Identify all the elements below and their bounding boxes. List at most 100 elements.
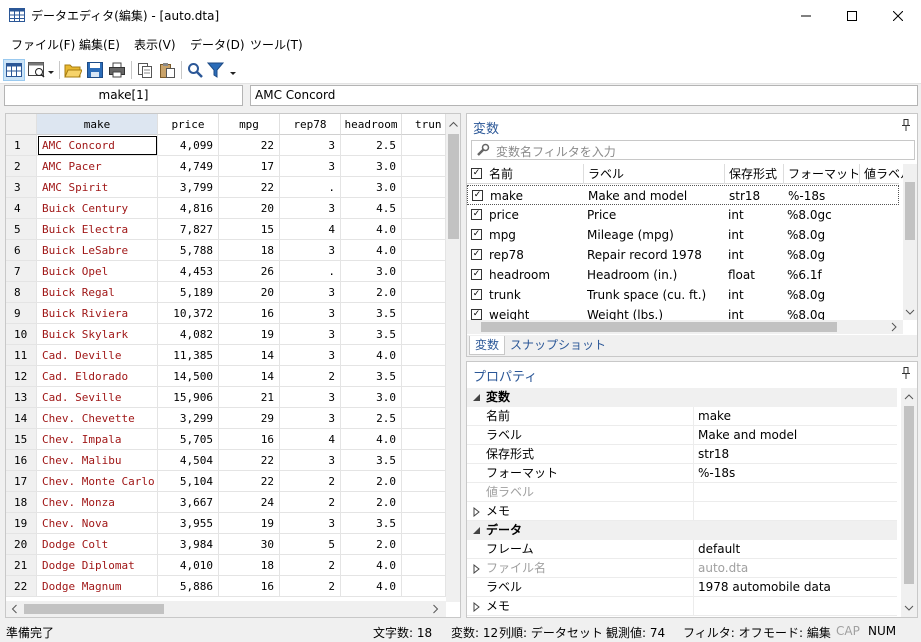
data-cell[interactable] bbox=[402, 345, 446, 366]
data-cell[interactable]: 3,955 bbox=[158, 513, 219, 534]
property-value[interactable]: auto.dta bbox=[693, 559, 901, 578]
data-cell[interactable] bbox=[402, 429, 446, 450]
row-number[interactable]: 15 bbox=[6, 429, 37, 450]
data-cell[interactable]: 16 bbox=[219, 429, 280, 450]
data-cell[interactable]: 3 bbox=[280, 303, 341, 324]
grid-horizontal-thumb[interactable] bbox=[24, 604, 164, 614]
data-cell[interactable]: Buick Riviera bbox=[37, 303, 158, 324]
menu-view[interactable]: 表示(V) bbox=[134, 36, 176, 53]
menu-file[interactable]: ファイル(F) bbox=[11, 36, 75, 53]
table-row[interactable]: 17 Chev. Monte Carlo 5,104 22 2 2.0 bbox=[6, 471, 446, 492]
data-cell[interactable]: 3 bbox=[280, 156, 341, 177]
variable-checkbox[interactable]: ✓ bbox=[472, 190, 483, 201]
header-label[interactable]: ラベル bbox=[583, 164, 624, 184]
data-cell[interactable] bbox=[402, 534, 446, 555]
data-cell[interactable]: Buick LeSabre bbox=[37, 240, 158, 261]
data-cell[interactable]: Cad. Seville bbox=[37, 387, 158, 408]
data-cell[interactable] bbox=[402, 324, 446, 345]
data-cell[interactable]: 30 bbox=[219, 534, 280, 555]
select-all-checkbox[interactable]: ✓ bbox=[471, 168, 482, 179]
data-cell[interactable]: 4.0 bbox=[341, 345, 402, 366]
data-cell[interactable] bbox=[402, 471, 446, 492]
property-value[interactable] bbox=[693, 483, 901, 502]
row-number[interactable]: 2 bbox=[6, 156, 37, 177]
data-cell[interactable] bbox=[402, 555, 446, 576]
browse-mode-button[interactable] bbox=[27, 59, 57, 81]
data-cell[interactable]: 3 bbox=[280, 240, 341, 261]
data-cell[interactable]: 4,453 bbox=[158, 261, 219, 282]
row-number[interactable]: 4 bbox=[6, 198, 37, 219]
save-button[interactable] bbox=[84, 59, 106, 81]
properties-vertical-scrollbar[interactable] bbox=[901, 388, 917, 617]
property-row[interactable]: メモ bbox=[467, 502, 897, 521]
data-cell[interactable] bbox=[402, 576, 446, 597]
data-cell[interactable]: Dodge Colt bbox=[37, 534, 158, 555]
property-value[interactable] bbox=[693, 597, 901, 616]
data-cell[interactable]: 3 bbox=[280, 450, 341, 471]
data-cell[interactable] bbox=[402, 156, 446, 177]
data-cell[interactable]: Buick Skylark bbox=[37, 324, 158, 345]
data-cell[interactable] bbox=[402, 513, 446, 534]
variable-row[interactable]: ✓ rep78 Repair record 1978 int %8.0g bbox=[467, 245, 899, 265]
properties-vertical-thumb[interactable] bbox=[904, 406, 914, 584]
data-cell[interactable]: 4.0 bbox=[341, 576, 402, 597]
variable-checkbox[interactable]: ✓ bbox=[471, 209, 482, 220]
table-row[interactable]: 16 Chev. Malibu 4,504 22 3 3.5 bbox=[6, 450, 446, 471]
table-row[interactable]: 1 AMC Concord 4,099 22 3 2.5 bbox=[6, 135, 446, 156]
data-cell[interactable]: 5,788 bbox=[158, 240, 219, 261]
data-cell[interactable]: 3.0 bbox=[341, 177, 402, 198]
row-number[interactable]: 3 bbox=[6, 177, 37, 198]
variables-vertical-thumb[interactable] bbox=[905, 182, 915, 240]
data-cell[interactable]: 3,667 bbox=[158, 492, 219, 513]
table-row[interactable]: 20 Dodge Colt 3,984 30 5 2.0 bbox=[6, 534, 446, 555]
data-cell[interactable]: 16 bbox=[219, 576, 280, 597]
variable-row[interactable]: ✓ weight Weight (lbs.) int %8.0g bbox=[467, 305, 899, 320]
data-cell[interactable]: 3.5 bbox=[341, 303, 402, 324]
data-cell[interactable] bbox=[402, 408, 446, 429]
column-header-headroom[interactable]: headroom bbox=[341, 114, 402, 135]
data-cell[interactable]: 2.0 bbox=[341, 471, 402, 492]
data-cell[interactable]: 3 bbox=[280, 135, 341, 156]
row-number[interactable]: 19 bbox=[6, 513, 37, 534]
data-cell[interactable]: 4.0 bbox=[341, 240, 402, 261]
variables-horizontal-scrollbar[interactable] bbox=[467, 320, 903, 334]
data-cell[interactable]: Chev. Impala bbox=[37, 429, 158, 450]
data-cell[interactable]: 2.0 bbox=[341, 534, 402, 555]
row-number[interactable]: 10 bbox=[6, 324, 37, 345]
data-cell[interactable]: 17 bbox=[219, 156, 280, 177]
row-number[interactable]: 17 bbox=[6, 471, 37, 492]
header-format[interactable]: フォーマット bbox=[783, 164, 860, 184]
row-number[interactable]: 14 bbox=[6, 408, 37, 429]
row-number[interactable]: 7 bbox=[6, 261, 37, 282]
data-cell[interactable]: Buick Opel bbox=[37, 261, 158, 282]
data-cell[interactable]: 3.0 bbox=[341, 261, 402, 282]
row-number[interactable]: 16 bbox=[6, 450, 37, 471]
property-value[interactable]: make bbox=[693, 407, 901, 426]
row-number[interactable]: 18 bbox=[6, 492, 37, 513]
data-cell[interactable]: 2 bbox=[280, 471, 341, 492]
table-row[interactable]: 14 Chev. Chevette 3,299 29 3 2.5 bbox=[6, 408, 446, 429]
row-number[interactable]: 11 bbox=[6, 345, 37, 366]
table-row[interactable]: 10 Buick Skylark 4,082 19 3 3.5 bbox=[6, 324, 446, 345]
data-cell[interactable]: 3.5 bbox=[341, 366, 402, 387]
data-cell[interactable]: 2 bbox=[280, 366, 341, 387]
data-cell[interactable]: 4.5 bbox=[341, 198, 402, 219]
variables-horizontal-thumb[interactable] bbox=[481, 322, 837, 332]
table-row[interactable]: 6 Buick LeSabre 5,788 18 3 4.0 bbox=[6, 240, 446, 261]
data-cell[interactable]: 18 bbox=[219, 240, 280, 261]
data-cell[interactable]: . bbox=[280, 261, 341, 282]
table-row[interactable]: 3 AMC Spirit 3,799 22. 3.0 bbox=[6, 177, 446, 198]
close-button[interactable] bbox=[875, 0, 921, 31]
data-cell[interactable]: Chev. Malibu bbox=[37, 450, 158, 471]
cell-value-field[interactable]: AMC Concord bbox=[250, 85, 918, 106]
variable-checkbox[interactable]: ✓ bbox=[471, 269, 482, 280]
data-cell[interactable] bbox=[402, 492, 446, 513]
data-cell[interactable]: 15,906 bbox=[158, 387, 219, 408]
table-row[interactable]: 19 Chev. Nova 3,955 19 3 3.5 bbox=[6, 513, 446, 534]
data-cell[interactable]: 3 bbox=[280, 345, 341, 366]
variable-checkbox[interactable]: ✓ bbox=[471, 249, 482, 260]
data-cell[interactable]: 2.0 bbox=[341, 492, 402, 513]
data-cell[interactable]: Chev. Monza bbox=[37, 492, 158, 513]
menu-tools[interactable]: ツール(T) bbox=[250, 36, 303, 53]
data-cell[interactable]: 14,500 bbox=[158, 366, 219, 387]
